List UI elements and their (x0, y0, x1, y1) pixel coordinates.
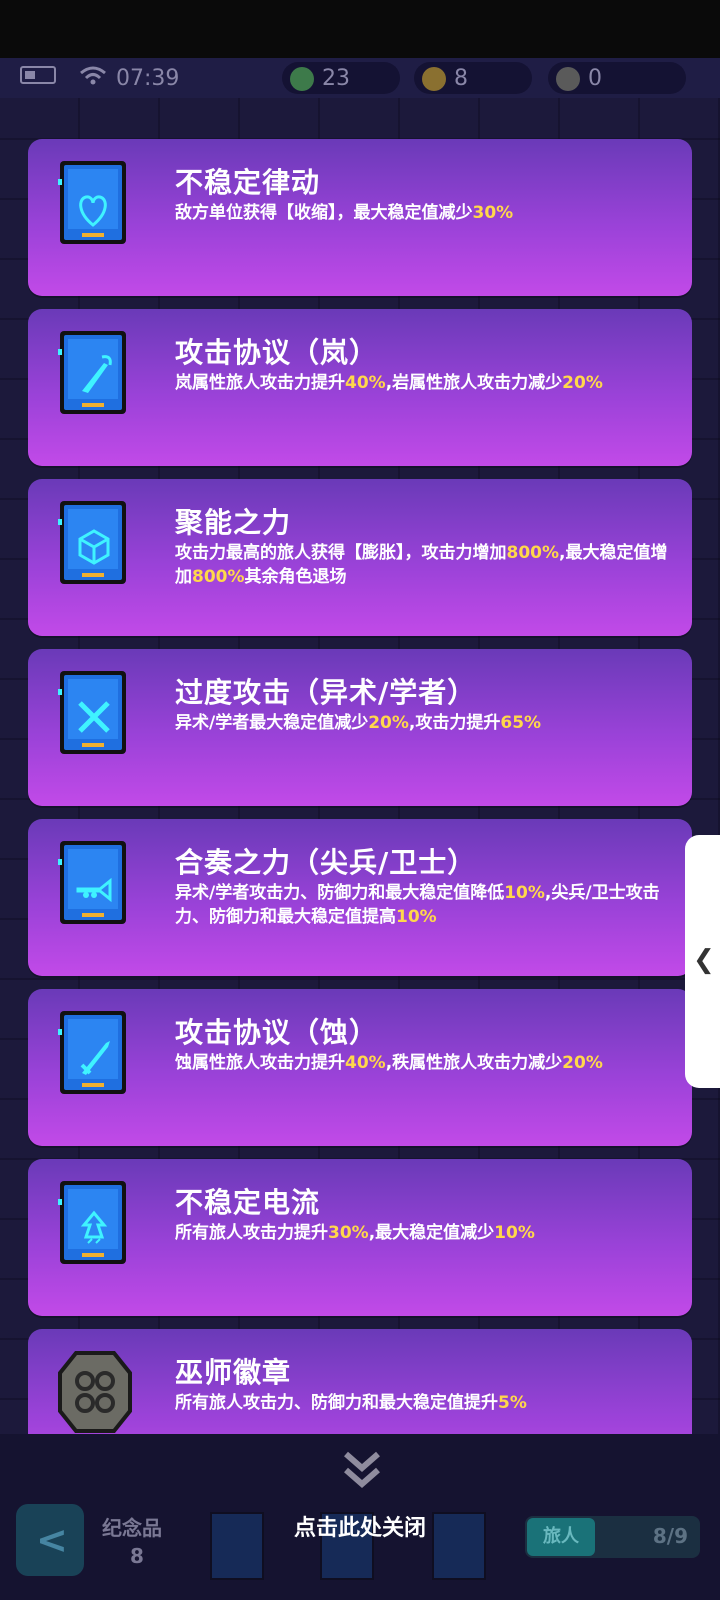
highlight-value: 5% (498, 1393, 527, 1413)
effect-card-description: 蚀属性旅人攻击力提升40%,秩属性旅人攻击力减少20% (175, 1051, 680, 1075)
effect-card-description: 异术/学者攻击力、防御力和最大稳定值降低10%,尖兵/卫士攻击力、防御力和最大稳… (175, 881, 680, 929)
description-text: ,岩属性旅人攻击力减少 (385, 373, 563, 393)
effect-card[interactable]: 不稳定律动 敌方单位获得【收缩】，最大稳定值减少30% (28, 139, 692, 296)
description-text: 其余角色退场 (244, 567, 347, 587)
effect-card-description: 所有旅人攻击力、防御力和最大稳定值提升5% (175, 1391, 680, 1415)
description-text: 异术/学者最大稳定值减少 (175, 713, 369, 733)
effect-card-title: 攻击协议（蚀） (175, 1016, 379, 1049)
effect-card[interactable]: 合奏之力（尖兵/卫士） 异术/学者攻击力、防御力和最大稳定值降低10%,尖兵/卫士… (28, 819, 692, 976)
effect-card-description: 所有旅人攻击力提升30%,最大稳定值减少10% (175, 1221, 680, 1245)
effect-card-title: 不稳定律动 (175, 166, 321, 199)
description-text: 攻击力最高的旅人获得【膨胀】，攻击力增加 (175, 543, 507, 563)
effect-card[interactable]: 攻击协议（蚀） 蚀属性旅人攻击力提升40%,秩属性旅人攻击力减少20% (28, 989, 692, 1146)
dark-coin-counter: 0 (556, 66, 602, 91)
effect-card[interactable]: 攻击协议（岚） 岚属性旅人攻击力提升40%,岩属性旅人攻击力减少20% (28, 309, 692, 466)
highlight-value: 10% (396, 907, 437, 927)
effect-card-title: 合奏之力（尖兵/卫士） (175, 846, 477, 879)
description-text: 蚀属性旅人攻击力提升 (175, 1053, 345, 1073)
effect-card-list[interactable]: 不稳定律动 敌方单位获得【收缩】，最大稳定值减少30% 攻击协议（岚） 岚属性旅人攻击… (28, 139, 692, 1434)
highlight-value: 40% (345, 1053, 386, 1073)
description-text: 岚属性旅人攻击力提升 (175, 373, 345, 393)
effect-card-title: 巫师徽章 (175, 1356, 292, 1389)
wifi-icon (80, 66, 106, 86)
effect-card-title: 聚能之力 (175, 506, 292, 539)
chevron-left-icon: ❮ (693, 945, 715, 975)
effect-card-description: 岚属性旅人攻击力提升40%,岩属性旅人攻击力减少20% (175, 371, 680, 395)
heart-card-icon (58, 159, 128, 246)
dagger-card-icon (58, 329, 128, 416)
description-text: ,秩属性旅人攻击力减少 (385, 1053, 563, 1073)
description-text: 敌方单位获得【收缩】，最大稳定值减少 (175, 203, 473, 223)
gold-coin-value: 8 (454, 66, 468, 91)
dark-coin-value: 0 (588, 66, 602, 91)
highlight-value: 30% (328, 1223, 369, 1243)
badge-icon (58, 1349, 132, 1434)
trumpet-card-icon (58, 839, 128, 926)
highlight-value: 800% (506, 543, 560, 563)
souvenir-count: 8 (130, 1544, 144, 1568)
highlight-value: 30% (472, 203, 514, 223)
status-bar: 07:39 23 8 0 (0, 58, 720, 98)
double-chevron-down-icon[interactable] (340, 1448, 384, 1492)
effect-card[interactable]: 巫师徽章 所有旅人攻击力、防御力和最大稳定值提升5% (28, 1329, 692, 1434)
description-text: ,最大稳定值减少 (368, 1223, 495, 1243)
effect-card[interactable]: 过度攻击（异术/学者） 异术/学者最大稳定值减少20%,攻击力提升65% (28, 649, 692, 806)
highlight-value: 800% (192, 567, 245, 587)
description-text: 所有旅人攻击力、防御力和最大稳定值提升 (175, 1393, 498, 1413)
effect-card-description: 异术/学者最大稳定值减少20%,攻击力提升65% (175, 711, 680, 735)
gold-coin-counter: 8 (422, 66, 468, 91)
description-text: 所有旅人攻击力提升 (175, 1223, 328, 1243)
effect-card-description: 敌方单位获得【收缩】，最大稳定值减少30% (175, 201, 680, 225)
bolt-card-icon (58, 1179, 128, 1266)
effect-card-title: 攻击协议（岚） (175, 336, 379, 369)
highlight-value: 10% (494, 1223, 535, 1243)
highlight-value: 40% (345, 373, 386, 393)
dark-coin-icon (556, 66, 580, 91)
crossed-swords-card-icon (58, 669, 128, 756)
description-text: ,攻击力提升 (408, 713, 501, 733)
highlight-value: 20% (562, 1053, 603, 1073)
top-black-bar (0, 0, 720, 58)
cube-card-icon (58, 499, 128, 586)
green-coin-value: 23 (322, 66, 350, 91)
highlight-value: 65% (500, 713, 542, 733)
battery-icon (20, 66, 56, 84)
green-coin-counter: 23 (290, 66, 350, 91)
description-text: 异术/学者攻击力、防御力和最大稳定值降低 (175, 883, 505, 903)
effect-card-title: 过度攻击（异术/学者） (175, 676, 477, 709)
sword-card-icon (58, 1009, 128, 1096)
highlight-value: 20% (562, 373, 603, 393)
close-hint-text[interactable]: 点击此处关闭 (0, 1510, 720, 1542)
side-drawer-tab[interactable]: ❮ (685, 835, 720, 1088)
effect-card[interactable]: 聚能之力 攻击力最高的旅人获得【膨胀】，攻击力增加800%,最大稳定值增加800%… (28, 479, 692, 636)
effect-card[interactable]: 不稳定电流 所有旅人攻击力提升30%,最大稳定值减少10% (28, 1159, 692, 1316)
green-coin-icon (290, 66, 314, 91)
effect-card-title: 不稳定电流 (175, 1186, 321, 1219)
highlight-value: 20% (368, 713, 409, 733)
effect-card-description: 攻击力最高的旅人获得【膨胀】，攻击力增加800%,最大稳定值增加800%其余角色… (175, 541, 680, 589)
highlight-value: 10% (504, 883, 545, 903)
gold-coin-icon (422, 66, 446, 91)
clock-text: 07:39 (116, 66, 180, 91)
